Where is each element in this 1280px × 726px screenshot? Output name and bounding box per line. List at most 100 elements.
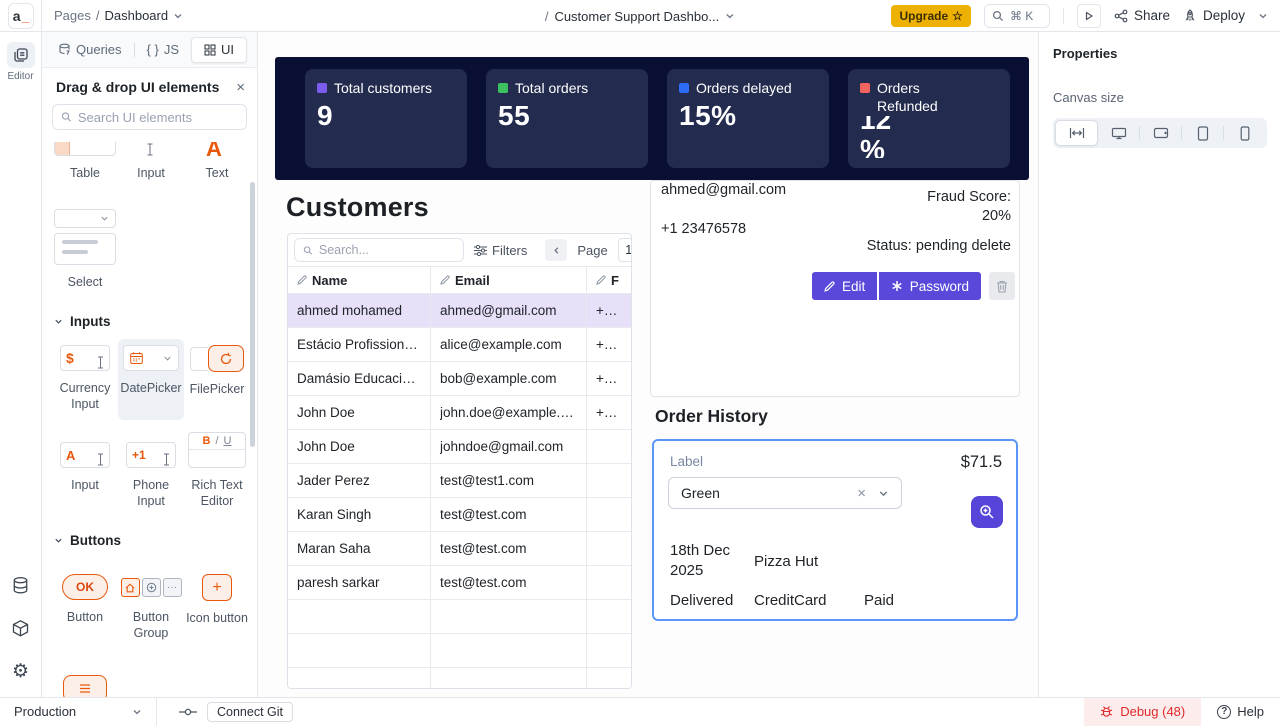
table-row[interactable] bbox=[288, 634, 631, 668]
table-row[interactable]: Damásio Educacionalbob@example.com+1 1..… bbox=[288, 362, 631, 396]
column-header-name[interactable]: Name bbox=[288, 267, 431, 293]
widget-card-input2[interactable]: A Input bbox=[52, 436, 118, 517]
widget-card-select[interactable]: Select bbox=[52, 203, 118, 298]
column-header-phone[interactable]: F bbox=[587, 267, 631, 293]
widget-card-menu[interactable]: Menu bbox=[52, 669, 118, 697]
table-row[interactable]: John Doejohn.doe@example.com+96.. bbox=[288, 396, 631, 430]
stat-card-total-customers[interactable]: Total customers 9 bbox=[305, 69, 467, 168]
password-label: Password bbox=[909, 278, 969, 294]
table-row[interactable]: Jader Perez test@test1.com bbox=[288, 464, 631, 498]
clear-icon[interactable]: × bbox=[857, 485, 866, 502]
detail-phone: +1 23476578 bbox=[661, 221, 747, 237]
rail-item-editor[interactable]: Editor bbox=[6, 42, 35, 82]
chevron-down-icon bbox=[726, 14, 734, 19]
widget-card-rich-text-editor[interactable]: B / U Rich Text Editor bbox=[184, 426, 250, 517]
tab-js[interactable]: { } JS bbox=[143, 42, 183, 57]
omnibar-search[interactable]: ⌘ K bbox=[983, 3, 1050, 28]
widget-card-filepicker[interactable]: FilePicker bbox=[184, 339, 250, 420]
stat-value: 15% bbox=[679, 100, 737, 131]
page-number-input[interactable]: 1 bbox=[617, 238, 631, 262]
section-inputs[interactable]: Inputs bbox=[54, 314, 250, 329]
stat-value: 12 % bbox=[860, 116, 892, 158]
widgets-panel: Queries { } JS UI Drag & drop UI element… bbox=[42, 32, 258, 697]
canvas-size-fluid[interactable] bbox=[1055, 120, 1098, 146]
filters-button[interactable]: Filters bbox=[474, 243, 527, 258]
order-search-button[interactable] bbox=[971, 496, 1003, 528]
breadcrumb-page[interactable]: Dashboard bbox=[105, 8, 169, 23]
column-header-email[interactable]: Email bbox=[431, 267, 587, 293]
upgrade-button[interactable]: Upgrade ☆ bbox=[891, 4, 971, 27]
star-icon: ☆ bbox=[952, 8, 963, 23]
edit-button[interactable]: Edit bbox=[811, 272, 878, 300]
close-icon[interactable]: × bbox=[236, 80, 245, 95]
scrollbar[interactable] bbox=[250, 182, 255, 447]
deploy-button[interactable]: Deploy bbox=[1183, 8, 1245, 23]
table-row[interactable]: John Doe johndoe@gmail.com bbox=[288, 430, 631, 464]
filepicker-icon bbox=[190, 345, 244, 372]
canvas-size-mobile[interactable] bbox=[1224, 120, 1265, 146]
table-row[interactable]: Estácio Profissional... alice@example.com… bbox=[288, 328, 631, 362]
widget-card-icon-button[interactable]: + Icon button bbox=[184, 568, 250, 649]
share-button[interactable]: Share bbox=[1114, 8, 1170, 23]
widget-search bbox=[52, 104, 247, 130]
chevron-down-icon[interactable] bbox=[878, 488, 889, 499]
app-canvas: Total customers 9 Total orders 55 Orders… bbox=[258, 32, 1038, 697]
select-widget-icon bbox=[54, 233, 116, 265]
table-search-input[interactable] bbox=[318, 243, 455, 257]
widget-card-text[interactable]: A Text bbox=[184, 136, 250, 189]
canvas-size-tablet[interactable] bbox=[1182, 120, 1223, 146]
table-row[interactable] bbox=[288, 600, 631, 634]
connect-git-button[interactable]: Connect Git bbox=[207, 701, 294, 722]
canvas-size-tablet-landscape[interactable] bbox=[1140, 120, 1181, 146]
table-row[interactable]: Karan Singh test@test.com bbox=[288, 498, 631, 532]
order-history-card[interactable]: Label $71.5 Green × 18th Dec 2025 Pizza … bbox=[652, 439, 1018, 621]
app-title[interactable]: / Customer Support Dashbo... bbox=[545, 0, 735, 32]
tablet-landscape-icon bbox=[1153, 127, 1168, 139]
breadcrumb[interactable]: Pages / Dashboard bbox=[54, 8, 183, 23]
section-buttons[interactable]: Buttons bbox=[54, 533, 250, 548]
order-label-select[interactable]: Green × bbox=[668, 477, 902, 509]
widget-label: Table bbox=[70, 166, 100, 180]
prev-page-button[interactable] bbox=[545, 239, 568, 261]
canvas-size-desktop[interactable] bbox=[1098, 120, 1139, 146]
table-row[interactable]: paresh sarkar test@test.com bbox=[288, 566, 631, 600]
widget-card-input[interactable]: Input bbox=[118, 136, 184, 189]
table-row[interactable]: ahmed mohamedahmed@gmail.com+1 ... bbox=[288, 294, 631, 328]
settings-gear-icon[interactable]: ⚙ bbox=[12, 662, 29, 681]
environment-label: Production bbox=[14, 704, 77, 719]
stat-card-orders-delayed[interactable]: Orders delayed 15% bbox=[667, 69, 829, 168]
password-button[interactable]: Password bbox=[878, 272, 981, 300]
widget-card-button-group[interactable]: ··· Button Group bbox=[118, 568, 184, 649]
widget-card-datepicker[interactable]: DatePicker bbox=[118, 339, 184, 420]
tab-ui[interactable]: UI bbox=[191, 36, 247, 63]
breadcrumb-section[interactable]: Pages bbox=[54, 8, 91, 23]
deploy-menu-chevron-icon[interactable] bbox=[1258, 11, 1268, 21]
environment-switcher[interactable]: Production bbox=[0, 697, 157, 726]
widget-card-button[interactable]: OK Button bbox=[52, 568, 118, 649]
libraries-icon[interactable] bbox=[11, 619, 30, 638]
widget-card-currency-input[interactable]: $ Currency Input bbox=[52, 339, 118, 420]
stats-container[interactable]: Total customers 9 Total orders 55 Orders… bbox=[275, 57, 1029, 180]
table-row[interactable]: Maran Saha test@test.com bbox=[288, 532, 631, 566]
logo-underscore: _ bbox=[21, 7, 30, 24]
stat-card-total-orders[interactable]: Total orders 55 bbox=[486, 69, 648, 168]
phone-icon bbox=[1240, 125, 1249, 141]
left-rail: Editor ⚙ bbox=[0, 32, 42, 697]
widget-card-phone-input[interactable]: +1 Phone Input bbox=[118, 436, 184, 517]
stat-card-orders-refunded[interactable]: Orders Refunded 12 % bbox=[848, 69, 1010, 168]
tab-queries[interactable]: Queries bbox=[54, 42, 126, 57]
table-row[interactable] bbox=[288, 668, 631, 688]
debug-button[interactable]: Debug (48) bbox=[1084, 697, 1202, 726]
widget-search-input[interactable] bbox=[77, 109, 238, 125]
customers-table[interactable]: Filters Page 1 Name Email F ahmed mohame… bbox=[287, 233, 632, 689]
preview-button[interactable] bbox=[1076, 3, 1101, 28]
help-button[interactable]: ? Help bbox=[1217, 704, 1264, 719]
menu-widget-icon bbox=[63, 675, 107, 697]
datasources-icon[interactable] bbox=[11, 576, 30, 595]
column-label: Name bbox=[312, 272, 348, 288]
chevron-down-icon bbox=[133, 709, 141, 714]
delete-button[interactable] bbox=[989, 272, 1015, 300]
widget-card-table[interactable]: Table bbox=[52, 136, 118, 189]
canvas-size-label: Canvas size bbox=[1053, 90, 1124, 105]
appsmith-logo[interactable]: a _ bbox=[8, 2, 34, 29]
